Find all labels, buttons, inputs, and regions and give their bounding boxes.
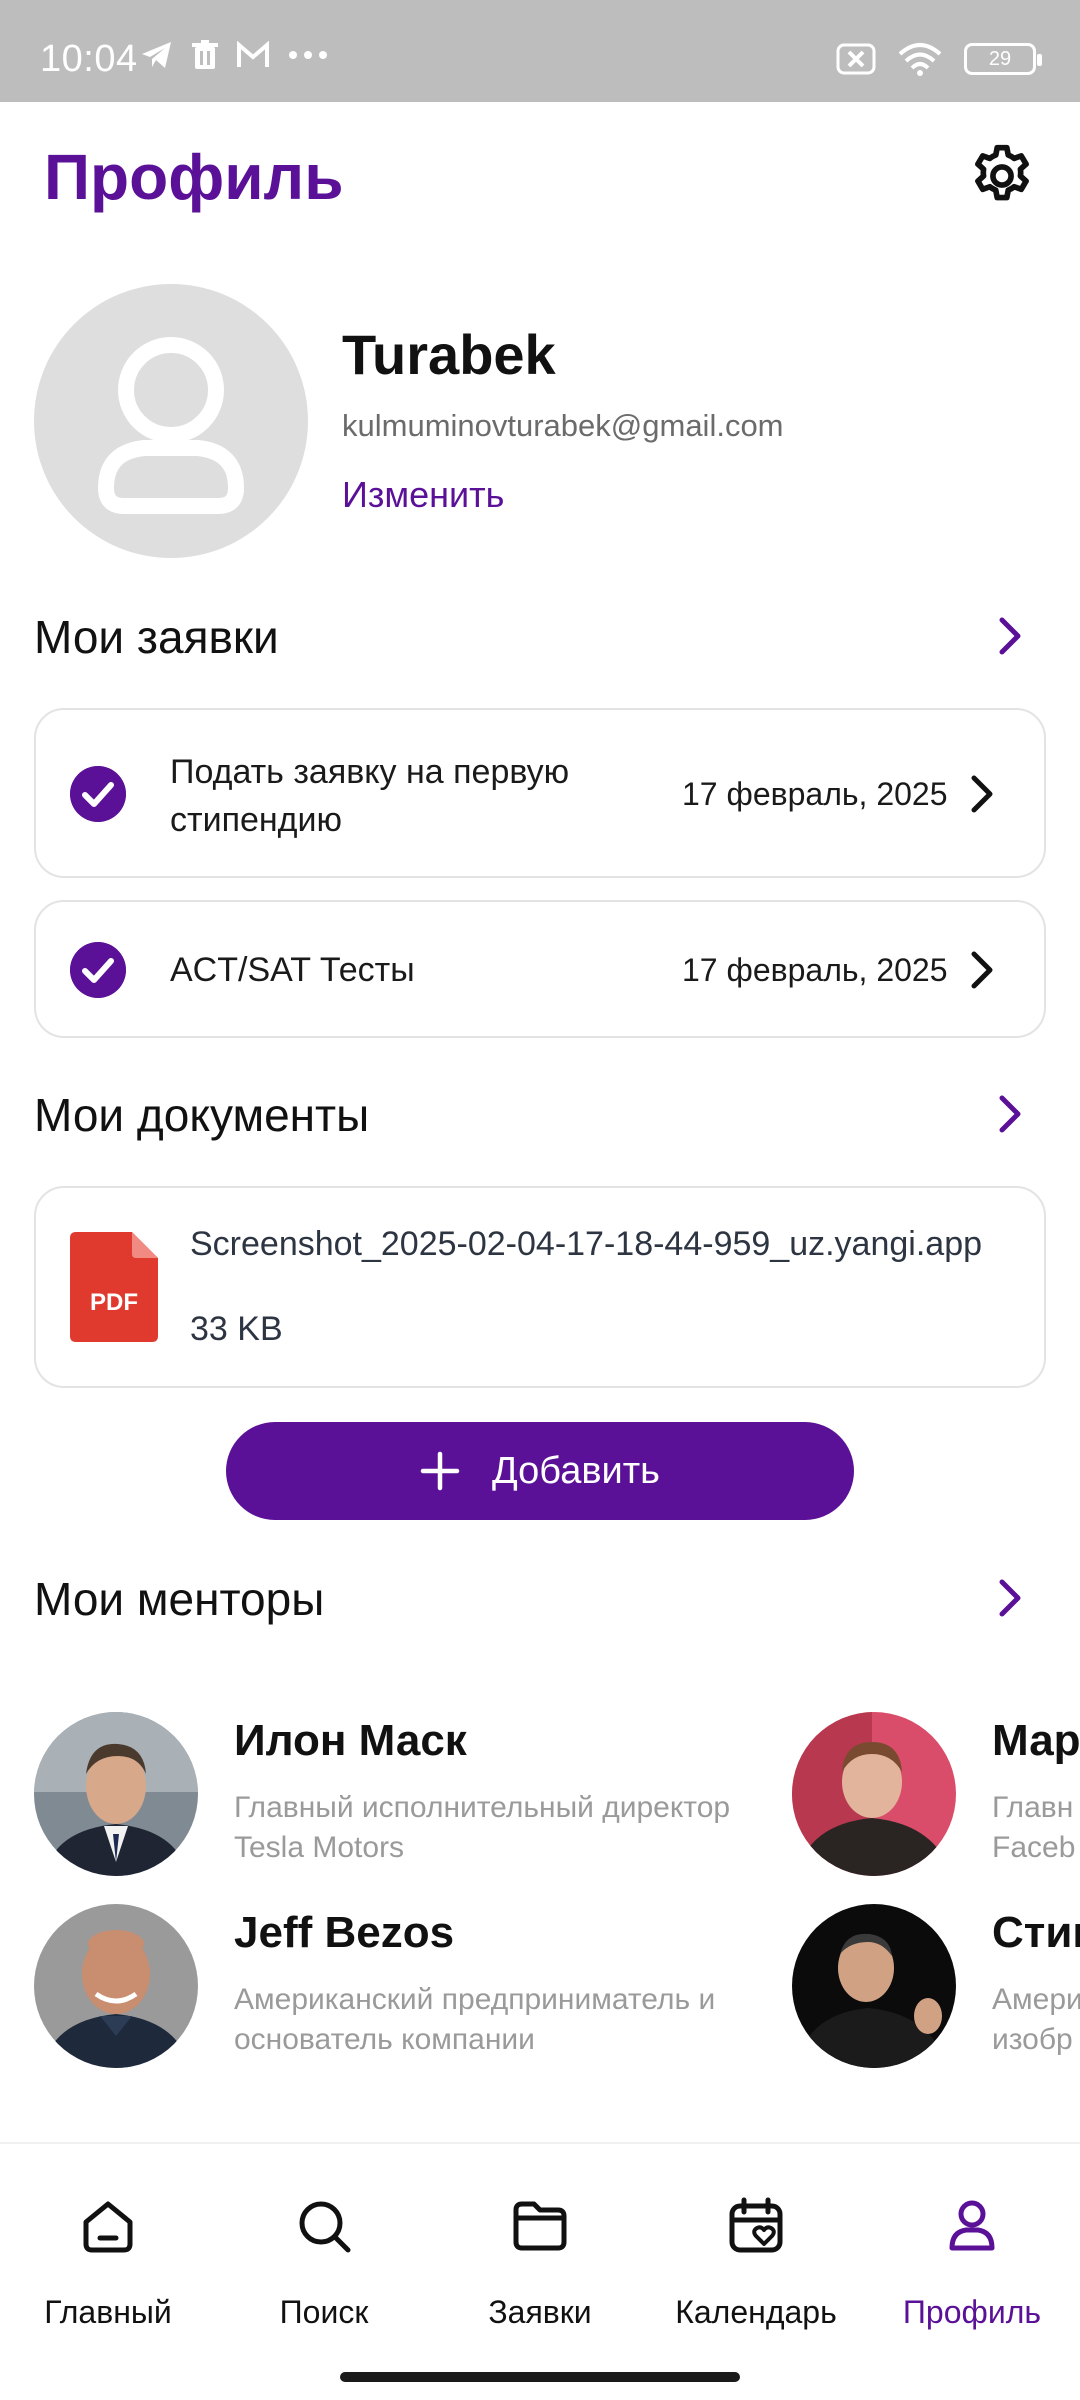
add-document-button[interactable]: Добавить [226,1422,854,1520]
add-button-label: Добавить [492,1449,660,1492]
calendar-heart-icon [729,2197,783,2253]
application-date: 17 февраль, 2025 [682,952,948,988]
check-circle-icon [70,766,126,822]
pdf-file-icon: PDF [70,1232,158,1342]
user-placeholder-icon [98,337,244,514]
status-icons-right: 29 [836,42,1042,76]
nav-label: Профиль [902,2294,1042,2330]
mentor-name: Илон Маск [234,1716,467,1765]
documents-more-chevron-icon[interactable] [988,1092,1032,1136]
application-title: ACT/SAT Тесты [170,951,415,989]
mentor-photo [792,1712,956,1876]
application-card-1[interactable]: Подать заявку на первую стипендию 17 фев… [34,708,1046,878]
document-size: 33 KB [190,1310,283,1348]
application-card-2[interactable]: ACT/SAT Тесты 17 февраль, 2025 [34,900,1046,1038]
mentors-more-chevron-icon[interactable] [988,1576,1032,1620]
more-dots-icon [289,51,327,59]
chevron-right-icon [971,775,993,813]
telegram-icon [142,42,171,68]
status-bar: 10:04 29 [0,0,1080,102]
mentor-role: Американский предприниматель и основател… [234,1983,716,2056]
battery-icon: 29 [964,43,1042,75]
mentor-card[interactable]: Стив Амери изобр [792,1904,1080,2074]
application-title-line-1: Подать заявку на первую [170,753,570,791]
application-title: Подать заявку на первую стипендию [170,748,569,844]
nav-label: Заявки [488,2294,592,2330]
folder-icon [513,2201,567,2251]
battery-level: 29 [988,47,1012,70]
nav-item-home[interactable]: Главный [0,2194,216,2374]
mentor-name: Мар [992,1716,1080,1765]
sim-off-icon [836,43,876,75]
plus-icon [420,1451,460,1491]
status-time: 10:04 [40,38,138,80]
applications-section-title: Мои заявки [34,611,279,663]
home-icon [83,2201,133,2253]
page-title: Профиль [44,141,344,213]
mentor-role: Амери изобр [992,1983,1080,2056]
chevron-right-icon [971,951,993,989]
nav-label: Поиск [279,2294,369,2330]
edit-profile-link[interactable]: Изменить [342,474,504,516]
mentor-name: Jeff Bezos [234,1908,455,1957]
check-circle-icon [70,942,126,998]
wifi-icon [898,43,942,76]
nav-item-calendar[interactable]: Календарь [648,2194,864,2374]
profile-name: Turabek [342,323,556,386]
application-title-line-2: стипендию [170,801,342,839]
applications-more-chevron-icon[interactable] [988,614,1032,658]
status-icons-left [140,40,328,70]
settings-button[interactable] [968,142,1036,210]
pdf-type-label: PDF [90,1289,138,1316]
home-indicator[interactable] [340,2372,740,2382]
application-date: 17 февраль, 2025 [682,776,948,812]
nav-label: Главный [44,2294,172,2330]
documents-section-title: Мои документы [34,1089,370,1141]
mentors-section-title: Мои менторы [34,1573,325,1625]
document-name: Screenshot_2025-02-04-17-18-44-959_uz.ya… [190,1225,983,1263]
gear-icon [975,144,1029,201]
mentor-name: Стив [992,1908,1080,1957]
gmail-icon [237,41,269,67]
document-card[interactable]: PDF Screenshot_2025-02-04-17-18-44-959_u… [34,1186,1046,1388]
profile-email: kulmuminovturabek@gmail.com [342,408,784,443]
nav-label: Календарь [675,2294,837,2330]
mentor-card[interactable]: Илон Маск Главный исполнительный директо… [34,1712,754,1882]
search-icon [299,2201,351,2253]
mentor-role: Главн Faceb [992,1791,1076,1864]
nav-item-search[interactable]: Поиск [216,2194,432,2374]
bottom-navigation: Главный Поиск Заявки Календарь Профиль [0,2142,1080,2400]
mentor-card[interactable]: Jeff Bezos Американский предприниматель … [34,1904,754,2074]
avatar[interactable] [34,284,308,558]
mentor-photo [34,1712,198,1876]
mentor-card[interactable]: Мар Главн Faceb [792,1712,1080,1882]
user-icon [949,2200,995,2251]
nav-item-profile[interactable]: Профиль [864,2194,1080,2374]
trash-icon [192,40,218,69]
nav-item-applications[interactable]: Заявки [432,2194,648,2374]
mentor-photo [34,1904,198,2068]
mentor-role: Главный исполнительный директор Tesla Mo… [234,1791,731,1864]
mentor-photo [792,1904,956,2068]
